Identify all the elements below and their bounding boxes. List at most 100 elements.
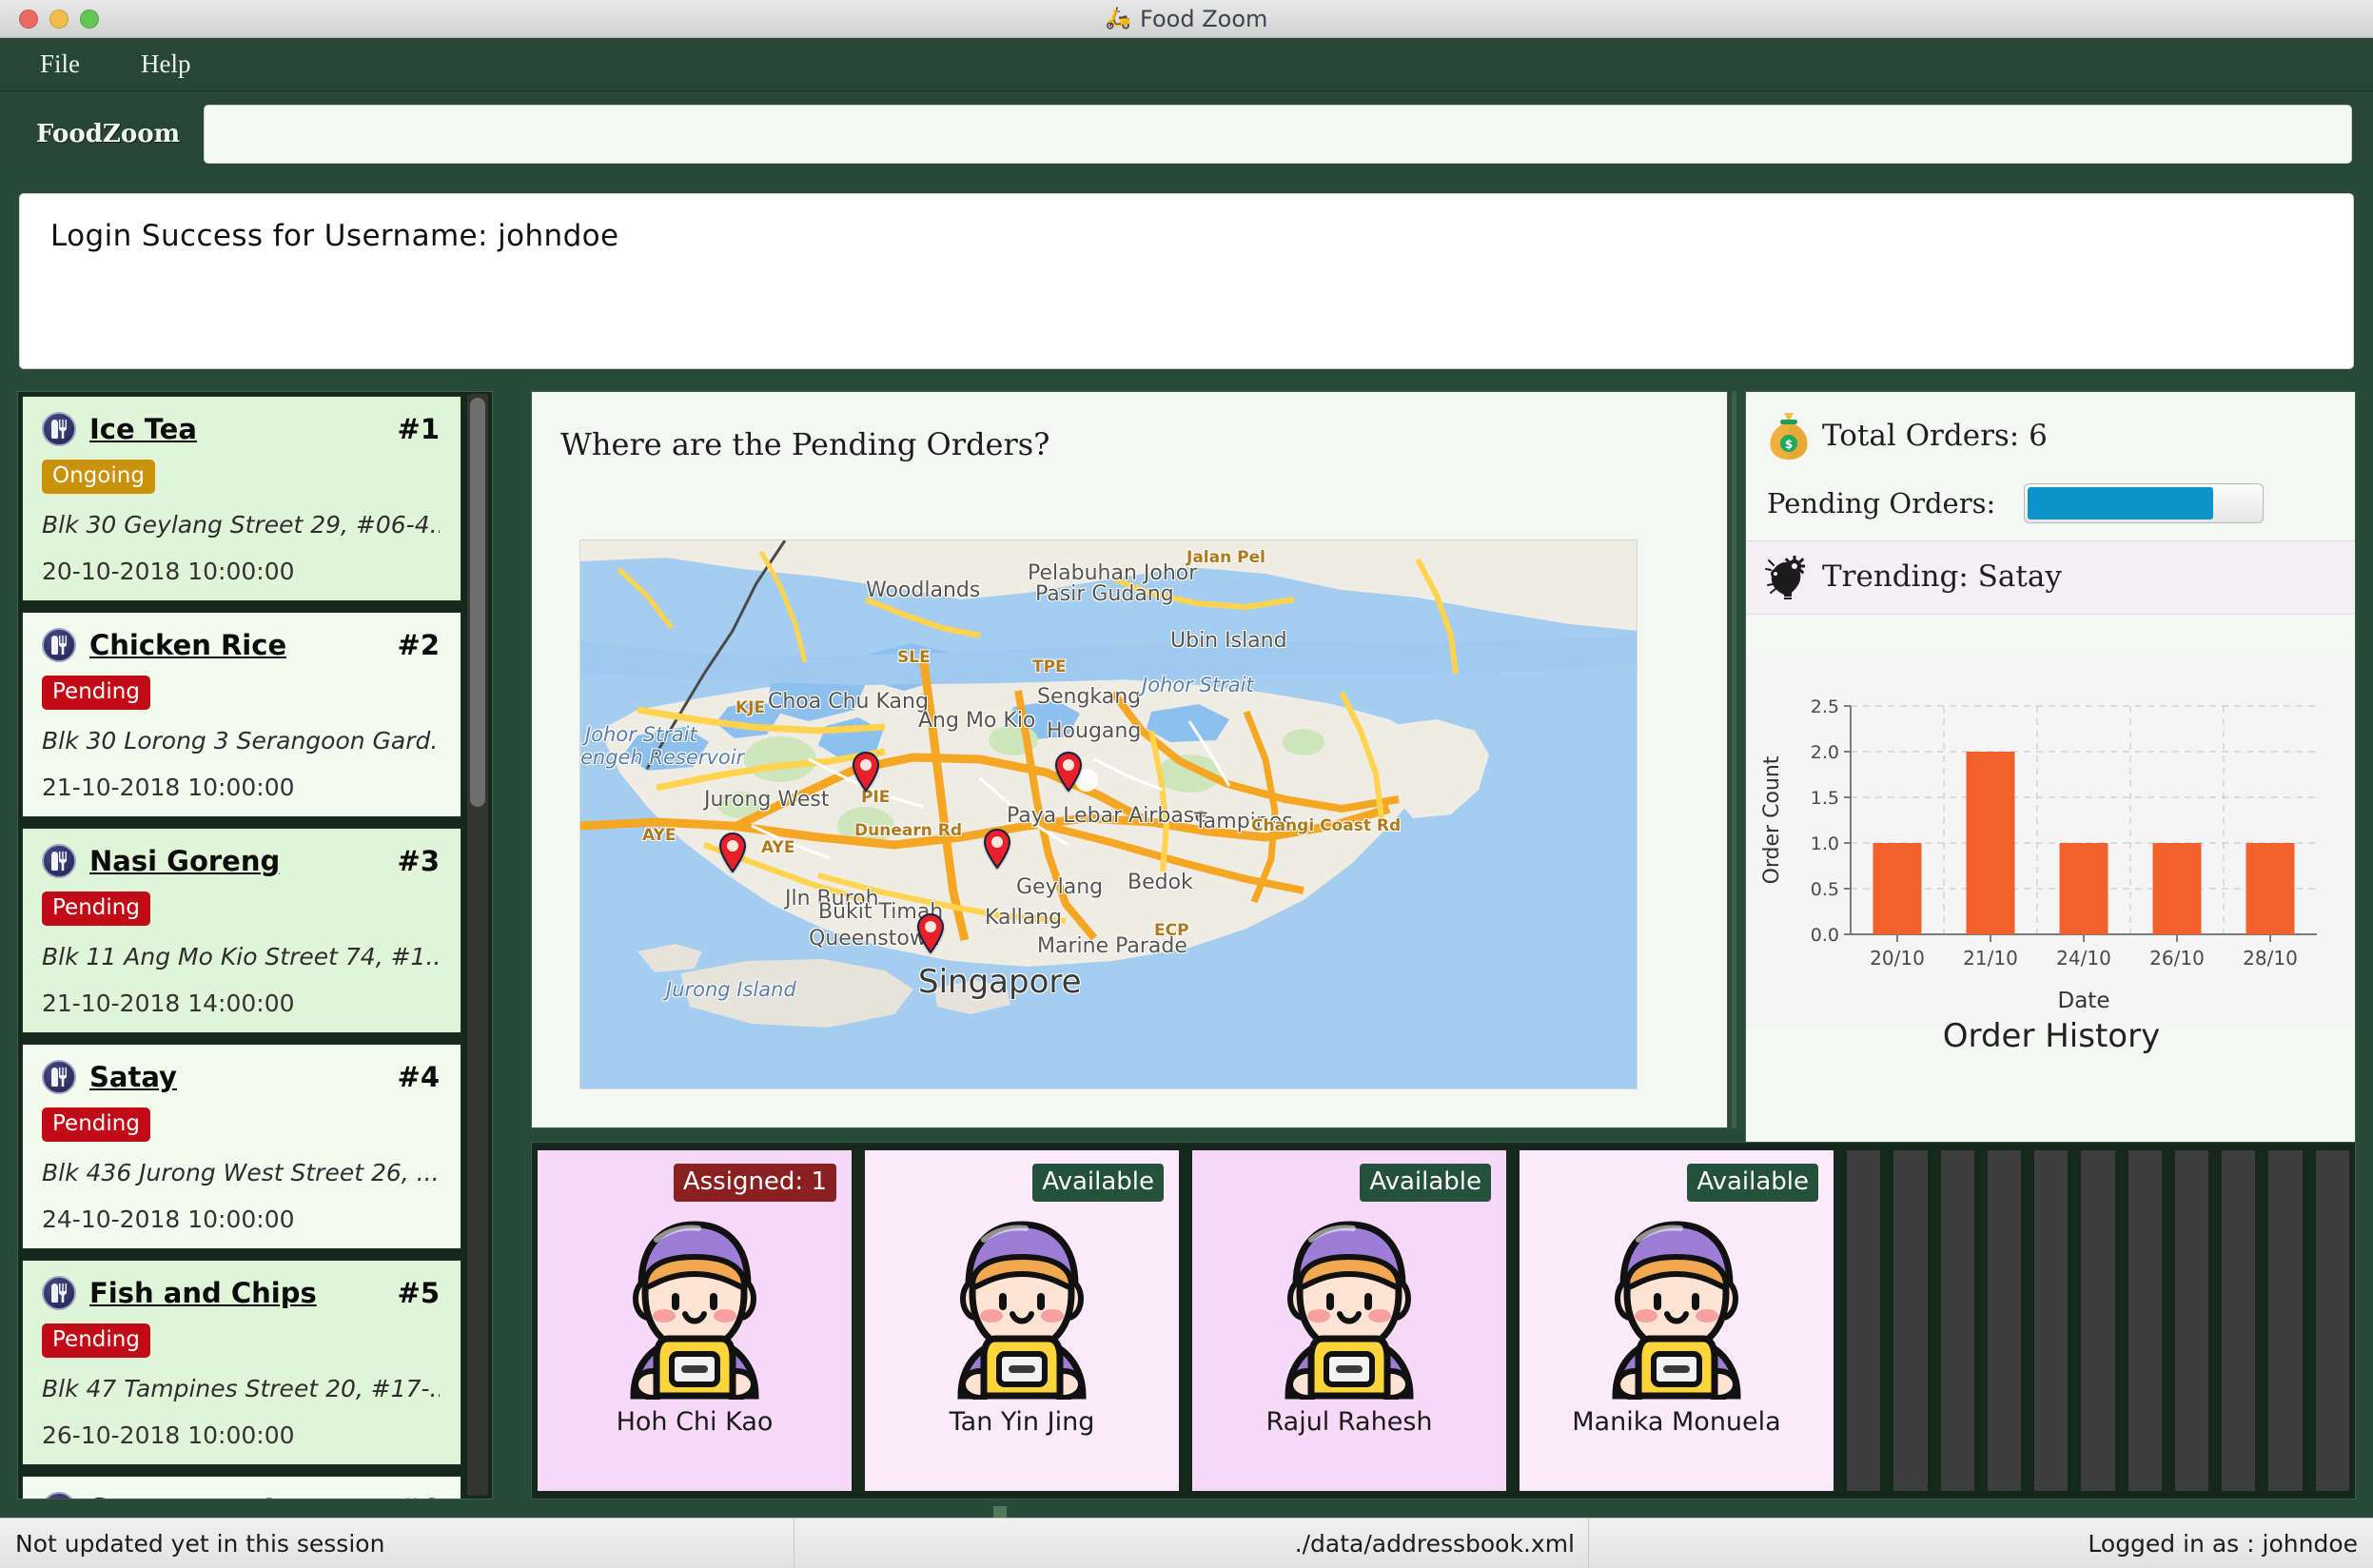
trending-label: Trending: Satay <box>1822 559 2062 594</box>
delivery-person-card[interactable]: Available <box>865 1150 1179 1491</box>
order-address: Blk 47 Tampines Street 20, #17-... <box>42 1375 440 1402</box>
order-name: Satay <box>89 1061 177 1093</box>
chart-bar <box>1966 752 2015 934</box>
order-name: Nasi Goreng <box>89 845 281 877</box>
cutlery-icon <box>42 844 76 878</box>
delivery-person-name: Hoh Chi Kao <box>616 1407 774 1437</box>
order-datetime: 20-10-2018 10:00:00 <box>42 558 295 585</box>
chart-bar <box>1873 843 1922 934</box>
order-datetime: 21-10-2018 14:00:00 <box>42 990 295 1017</box>
panel-divider[interactable] <box>1732 391 1736 1128</box>
delivery-person-card[interactable]: Available <box>1520 1150 1834 1491</box>
svg-text:20/10: 20/10 <box>1870 947 1925 970</box>
order-name: Sugercane Ju... <box>89 1493 325 1499</box>
delivery-persons-panel: Assigned: 1 Hoh Chi Kao Available Tan Yi… <box>531 1142 2356 1499</box>
order-address: Blk 30 Geylang Street 29, #06-4... <box>42 511 440 539</box>
order-card[interactable]: Chicken Rice #2 Pending Blk 30 Lorong 3 … <box>22 612 461 817</box>
money-bag-icon: $ <box>1770 413 1808 460</box>
delivery-status-badge: Available <box>1032 1164 1164 1202</box>
svg-text:21/10: 21/10 <box>1963 947 2018 970</box>
chart-bar <box>2059 843 2108 934</box>
map-graphic <box>580 540 1637 1088</box>
svg-text:24/10: 24/10 <box>2056 947 2111 970</box>
cutlery-icon <box>42 1276 76 1310</box>
delivery-empty-slot <box>2128 1150 2162 1491</box>
delivery-empty-slot <box>2222 1150 2256 1491</box>
map-pin-marker[interactable] <box>1054 752 1083 792</box>
map-pin-marker[interactable] <box>983 829 1011 869</box>
delivery-person-name: Rajul Rahesh <box>1265 1407 1433 1437</box>
order-card[interactable]: Fish and Chips #5 Pending Blk 47 Tampine… <box>22 1260 461 1465</box>
delivery-person-card[interactable]: Assigned: 1 Hoh Chi Kao <box>538 1150 852 1491</box>
pending-orders-row: Pending Orders: <box>1746 470 2355 540</box>
delivery-empty-slot <box>1987 1150 2022 1491</box>
order-list[interactable]: Ice Tea #1 Ongoing Blk 30 Geylang Street… <box>18 392 465 1499</box>
pending-orders-label: Pending Orders: <box>1767 487 1996 519</box>
svg-text:0.0: 0.0 <box>1811 925 1839 946</box>
application-window: 🛵 Food Zoom File Help FoodZoom Login Suc… <box>0 0 2373 1568</box>
delivery-person-avatar-icon <box>1285 1221 1414 1400</box>
order-datetime: 24-10-2018 10:00:00 <box>42 1205 295 1233</box>
svg-text:Order Count: Order Count <box>1760 755 1784 884</box>
chart-title: Order History <box>1942 1017 2161 1055</box>
map-pin-marker[interactable] <box>916 913 945 953</box>
delivery-empty-slot <box>1893 1150 1928 1491</box>
pending-orders-progressbar <box>2024 483 2265 523</box>
scooter-icon: 🛵 <box>1105 6 1132 30</box>
order-history-bar-chart: 0.0 0.5 1.0 1.5 2.0 2.5 20/10 21/10 24/10 26/10 2… <box>1746 654 2355 1025</box>
order-address: Blk 436 Jurong West Street 26, ... <box>42 1159 440 1186</box>
map-panel: Where are the Pending Orders? Woodlands … <box>531 391 1728 1128</box>
file-path-status: ./data/addressbook.xml <box>794 1519 1589 1568</box>
order-datetime: 26-10-2018 10:00:00 <box>42 1421 295 1449</box>
order-id: #2 <box>397 629 440 661</box>
total-orders-label: Total Orders: 6 <box>1822 419 2048 453</box>
app-brand-label: FoodZoom <box>36 119 181 148</box>
order-card-header: Chicken Rice #2 <box>42 628 440 662</box>
window-title-text: Food Zoom <box>1140 5 1268 32</box>
status-bar: Not updated yet in this session ./data/a… <box>0 1518 2373 1568</box>
window-title: 🛵 Food Zoom <box>0 6 2373 32</box>
order-status-badge: Pending <box>42 676 150 710</box>
svg-text:1.0: 1.0 <box>1811 833 1839 854</box>
delivery-empty-slot <box>1940 1150 1974 1491</box>
svg-text:2.5: 2.5 <box>1811 696 1839 717</box>
cutlery-icon <box>42 1060 76 1094</box>
menu-help[interactable]: Help <box>127 47 204 82</box>
order-list-scrollbar[interactable] <box>467 394 488 1496</box>
order-card-header: Fish and Chips #5 <box>42 1276 440 1310</box>
cutlery-icon <box>42 412 76 446</box>
order-card-header: Sugercane Ju... #6 <box>42 1492 440 1499</box>
pending-orders-map[interactable]: Woodlands Pelabuhan Johor Pasir Gudang J… <box>579 539 1638 1089</box>
chart-bar <box>2152 843 2202 934</box>
order-card[interactable]: Sugercane Ju... #6 <box>22 1476 461 1499</box>
delivery-person-avatar-icon <box>1612 1221 1741 1400</box>
result-display-text: Login Success for Username: johndoe <box>50 219 619 253</box>
map-panel-title: Where are the Pending Orders? <box>560 426 1050 462</box>
delivery-status-badge: Available <box>1687 1164 1818 1202</box>
map-pin-marker[interactable] <box>718 833 747 872</box>
menu-file[interactable]: File <box>27 47 93 82</box>
order-card[interactable]: Nasi Goreng #3 Pending Blk 11 Ang Mo Kio… <box>22 828 461 1033</box>
delivery-empty-slot <box>2081 1150 2115 1491</box>
order-address: Blk 30 Lorong 3 Serangoon Gard... <box>42 727 440 755</box>
order-status-badge: Pending <box>42 892 150 926</box>
command-bar: FoodZoom <box>0 92 2373 175</box>
command-input[interactable] <box>204 104 2352 164</box>
total-orders-row: $ Total Orders: 6 <box>1746 392 2355 470</box>
delivery-person-card[interactable]: Available <box>1192 1150 1506 1491</box>
delivery-empty-slot <box>1847 1150 1881 1491</box>
lightbulb-gears-icon <box>1765 556 1805 599</box>
order-card[interactable]: Satay #4 Pending Blk 436 Jurong West Str… <box>22 1044 461 1249</box>
scrollbar-thumb[interactable] <box>470 398 485 807</box>
delivery-status-badge: Available <box>1360 1164 1491 1202</box>
order-name: Ice Tea <box>89 413 197 445</box>
delivery-empty-slot <box>2315 1150 2349 1491</box>
progressbar-fill <box>2028 487 2214 519</box>
order-history-chart-container: 0.0 0.5 1.0 1.5 2.0 2.5 20/10 21/10 24/10 26/10 2… <box>1746 654 2355 1110</box>
delivery-empty-slot <box>2034 1150 2069 1491</box>
svg-text:$: $ <box>1785 438 1793 451</box>
order-status-badge: Pending <box>42 1323 150 1358</box>
map-pin-marker[interactable] <box>852 752 880 792</box>
cutlery-icon <box>42 628 76 662</box>
order-card[interactable]: Ice Tea #1 Ongoing Blk 30 Geylang Street… <box>22 396 461 601</box>
